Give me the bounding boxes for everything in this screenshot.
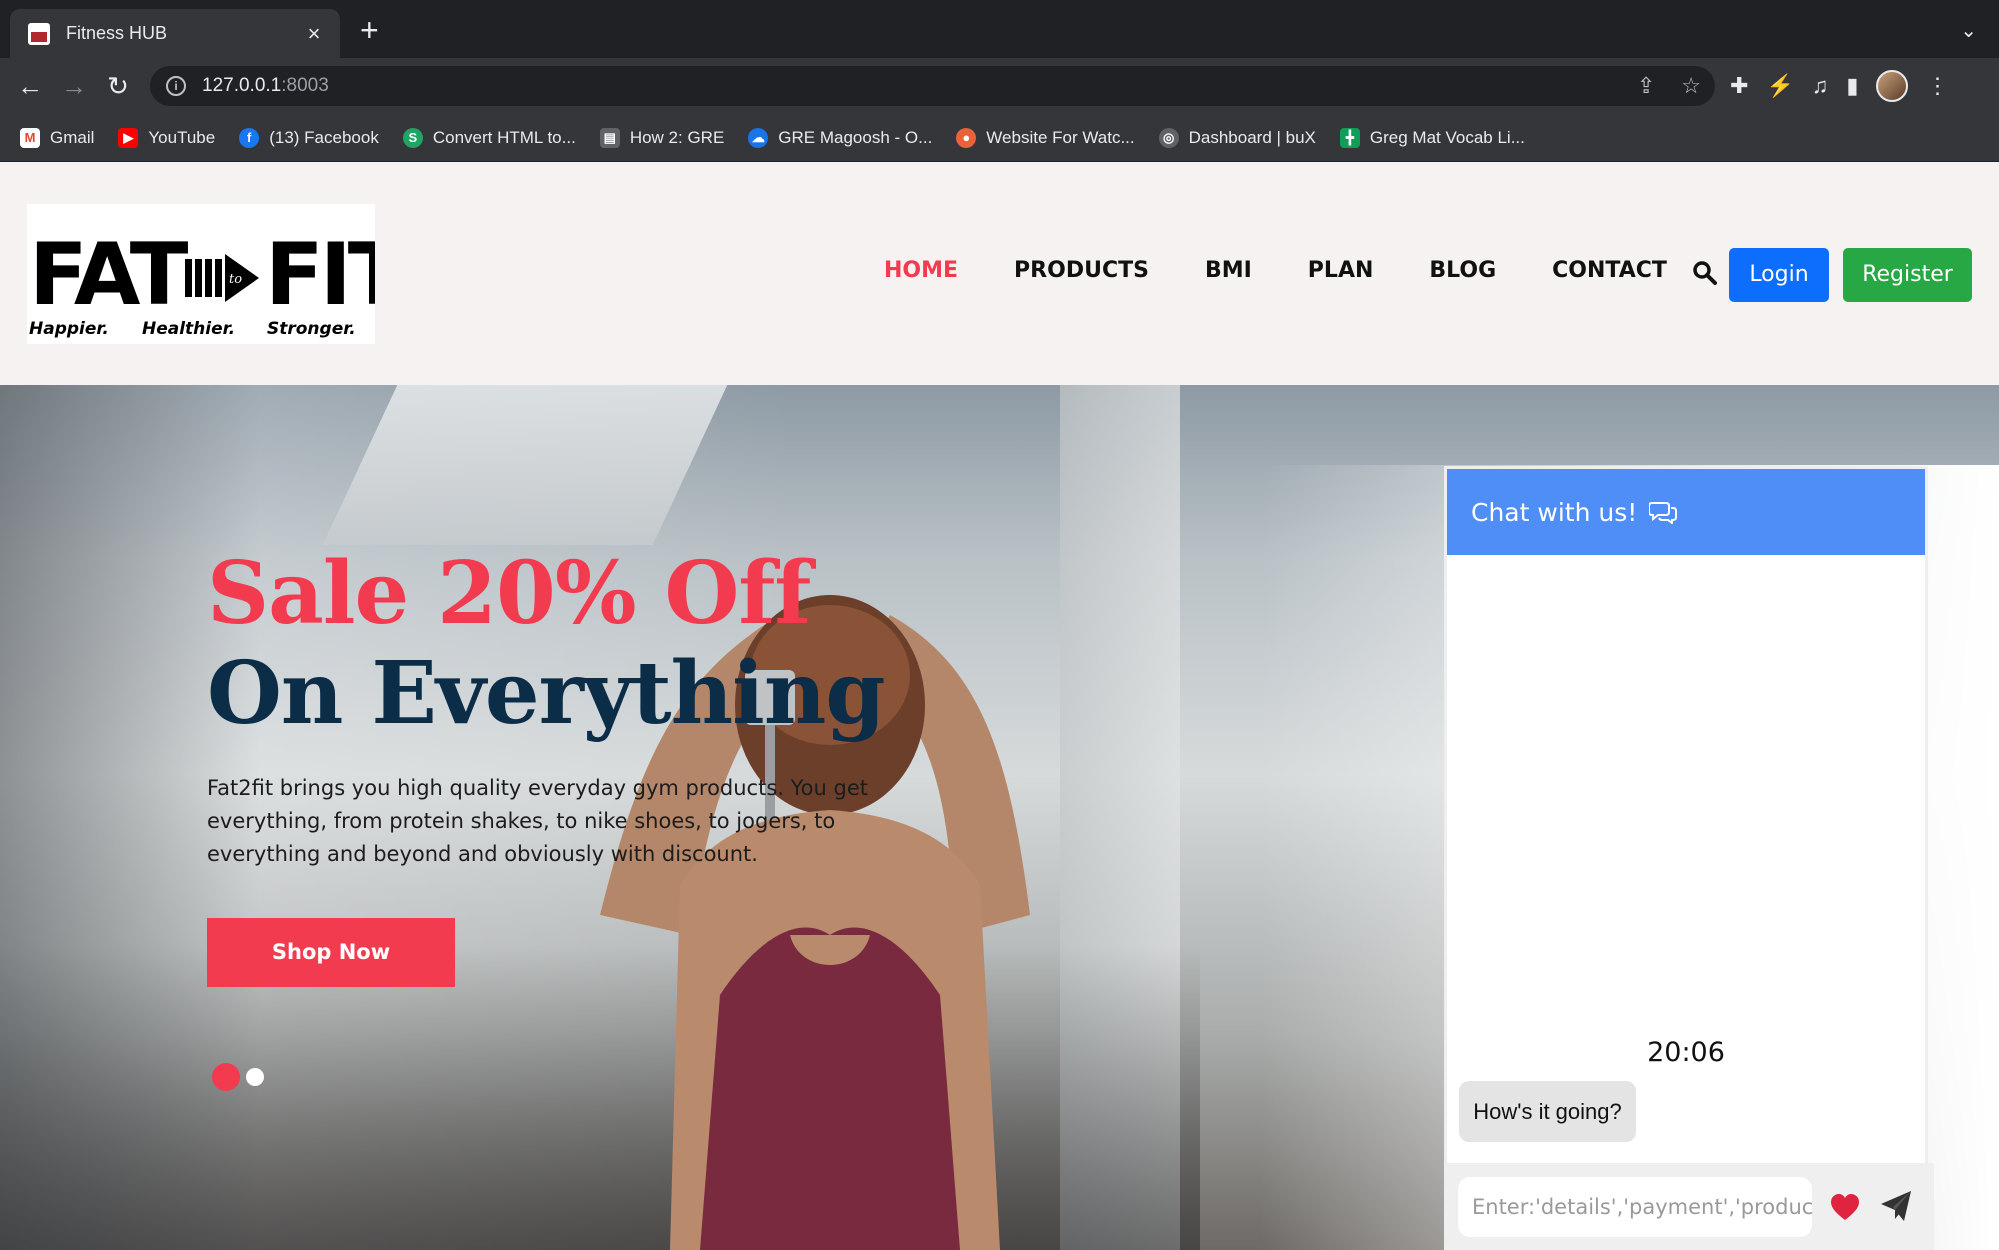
logo-word-right: FIT bbox=[265, 225, 375, 325]
site-header: FAT to FIT Happier. Healthier. Stronger.… bbox=[0, 162, 1999, 385]
browser-tab[interactable]: Fitness HUB × bbox=[10, 9, 340, 58]
logo-word-left: FAT bbox=[29, 225, 189, 325]
bookmark-item[interactable]: M Gmail bbox=[20, 127, 94, 148]
browser-tabstrip: Fitness HUB × + ⌄ bbox=[0, 0, 1999, 58]
profile-avatar[interactable] bbox=[1876, 70, 1909, 102]
reload-icon[interactable]: ↻ bbox=[100, 68, 136, 104]
forward-arrow-icon[interactable]: → bbox=[56, 68, 92, 104]
site-info-icon[interactable]: i bbox=[166, 76, 186, 96]
url-host: 127.0.0.1 bbox=[202, 75, 282, 96]
carousel-dot[interactable] bbox=[246, 1068, 264, 1086]
media-queue-icon[interactable]: ♫ bbox=[1812, 73, 1829, 99]
chat-header[interactable]: Chat with us! bbox=[1447, 469, 1925, 555]
search-icon[interactable] bbox=[1692, 260, 1718, 286]
tab-title: Fitness HUB bbox=[66, 23, 168, 43]
youtube-icon: ▶ bbox=[118, 127, 139, 148]
heart-icon[interactable] bbox=[1830, 1193, 1860, 1221]
login-button[interactable]: Login bbox=[1729, 248, 1829, 302]
main-nav: HOME PRODUCTS BMI PLAN BLOG CONTACT bbox=[884, 258, 1667, 283]
register-button[interactable]: Register bbox=[1843, 248, 1972, 302]
bookmark-item[interactable]: ● Website For Watc... bbox=[956, 127, 1135, 148]
back-arrow-icon[interactable]: ← bbox=[12, 68, 48, 104]
svg-text:Healthier.: Healthier. bbox=[142, 319, 235, 339]
carousel-dot-active[interactable] bbox=[212, 1063, 240, 1091]
extensions-puzzle-icon[interactable]: ✚ bbox=[1730, 73, 1748, 99]
address-bar[interactable]: i 127.0.0.1:8003 ⇪ ☆ bbox=[150, 66, 1715, 106]
bookmark-item[interactable]: f (13) Facebook bbox=[239, 127, 379, 148]
hero-headline-everything: On Everything bbox=[207, 643, 885, 744]
bookmarks-bar: M Gmail ▶ YouTube f (13) Facebook S Convert … bbox=[0, 114, 1999, 162]
new-tab-icon[interactable]: + bbox=[360, 14, 379, 46]
nav-products[interactable]: PRODUCTS bbox=[1014, 258, 1149, 283]
chat-bubbles-icon bbox=[1649, 502, 1678, 524]
arrow-icon bbox=[185, 254, 259, 302]
dashboard-icon: ◎ bbox=[1158, 127, 1179, 148]
fat-to-fit-logo[interactable]: FAT to FIT Happier. Healthier. Stronger. bbox=[27, 204, 375, 344]
chat-message-bubble: How's it going? bbox=[1459, 1081, 1636, 1142]
hero-headline-sale: Sale 20% Off bbox=[207, 543, 811, 644]
carousel-indicators bbox=[212, 1063, 264, 1091]
send-paper-plane-icon[interactable] bbox=[1880, 1190, 1912, 1222]
hero-background-beam bbox=[322, 385, 728, 545]
chat-title: Chat with us! bbox=[1471, 497, 1638, 527]
nav-bmi[interactable]: BMI bbox=[1205, 258, 1252, 283]
gmail-icon: M bbox=[20, 127, 40, 148]
browser-menu-icon[interactable]: ⋮ bbox=[1926, 73, 1948, 99]
bookmark-item[interactable]: ╋ Greg Mat Vocab Li... bbox=[1339, 127, 1525, 148]
facebook-icon: f bbox=[239, 127, 260, 148]
nav-plan[interactable]: PLAN bbox=[1308, 258, 1374, 283]
chat-input-bar bbox=[1444, 1163, 1934, 1250]
shop-now-button[interactable]: Shop Now bbox=[207, 918, 455, 987]
url-port: :8003 bbox=[281, 75, 329, 96]
hero-description: Fat2fit brings you high quality everyday… bbox=[207, 776, 868, 866]
svg-text:Stronger.: Stronger. bbox=[267, 319, 356, 339]
bookmark-item[interactable]: ▤ How 2: GRE bbox=[599, 127, 724, 148]
nav-contact[interactable]: CONTACT bbox=[1552, 258, 1667, 283]
nav-blog[interactable]: BLOG bbox=[1429, 258, 1496, 283]
convert-icon: S bbox=[402, 127, 423, 148]
svg-text:Happier.: Happier. bbox=[29, 319, 109, 339]
side-panel-icon[interactable]: ▮ bbox=[1846, 73, 1858, 99]
chat-message-input[interactable] bbox=[1458, 1177, 1812, 1237]
chat-widget: Chat with us! 20:06 How's it going? bbox=[1444, 466, 1934, 1250]
bookmark-item[interactable]: S Convert HTML to... bbox=[402, 127, 576, 148]
tab-search-chevron-icon[interactable]: ⌄ bbox=[1960, 18, 1977, 43]
nav-home[interactable]: HOME bbox=[884, 258, 958, 283]
bookmark-star-icon[interactable]: ☆ bbox=[1681, 73, 1701, 99]
svg-text:to: to bbox=[229, 272, 242, 287]
browser-toolbar: ← → ↻ i 127.0.0.1:8003 ⇪ ☆ ✚ ⚡ ♫ ▮ ⋮ bbox=[0, 58, 1999, 114]
close-tab-icon[interactable]: × bbox=[302, 21, 326, 47]
cloud-icon: ☁ bbox=[748, 127, 769, 148]
watch-icon: ● bbox=[956, 127, 977, 148]
sheets-icon: ╋ bbox=[1339, 127, 1360, 148]
site-favicon-icon bbox=[28, 22, 50, 45]
share-icon[interactable]: ⇪ bbox=[1637, 73, 1655, 99]
bookmark-item[interactable]: ◎ Dashboard | buX bbox=[1158, 127, 1316, 148]
extension-bolt-icon[interactable]: ⚡ bbox=[1766, 73, 1793, 99]
bookmark-item[interactable]: ▶ YouTube bbox=[118, 127, 215, 148]
doc-icon: ▤ bbox=[599, 127, 620, 148]
bookmark-item[interactable]: ☁ GRE Magoosh - O... bbox=[748, 127, 932, 148]
chat-timestamp: 20:06 bbox=[1647, 1037, 1725, 1068]
